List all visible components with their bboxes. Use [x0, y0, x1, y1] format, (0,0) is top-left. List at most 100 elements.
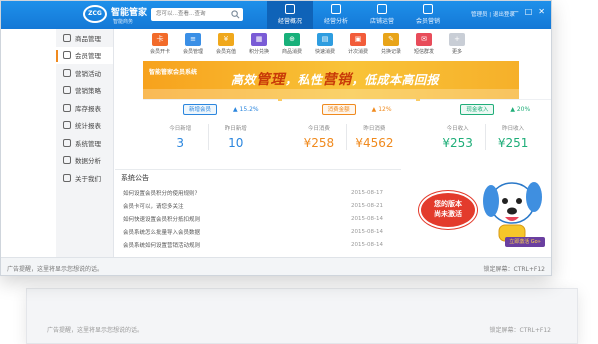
notice-text: 会员系统怎么批量导入会员数据 [123, 229, 201, 236]
app-subtitle: 智能商务 [113, 19, 134, 25]
stat-pill: 消费金额 [321, 104, 356, 115]
sidebar-item-3[interactable]: 营销策略 [56, 82, 113, 100]
sidebar-item-5[interactable]: 统计报表 [56, 117, 113, 135]
promo-banner[interactable]: 智能管家会员系统 高效管理，私性营销，低成本高回报 [143, 61, 519, 101]
sidebar-item-label: 数据分析 [75, 157, 101, 166]
tab-3[interactable]: 会员营销 [405, 1, 451, 29]
stat-label: 今日新增 [169, 126, 192, 132]
sidebar-item-label: 统计报表 [75, 122, 101, 131]
notice-text: 会员系统如何设置营销活动规则 [123, 242, 201, 249]
sidebar-item-4[interactable]: 库存报表 [56, 99, 113, 117]
stat-value: ¥4562 [355, 136, 394, 150]
tool-button-9[interactable]: + 更多 [442, 33, 472, 59]
notice-row[interactable]: 会员卡可以，请您多关注 2015-08-21 [123, 199, 401, 212]
stat-col: 今日新增 3 [153, 124, 208, 150]
tab-2[interactable]: 店铺运营 [359, 1, 405, 29]
tool-label: 计次消费 [347, 49, 368, 55]
sidebar-item-8[interactable]: 关于我们 [56, 169, 113, 187]
analysis-icon [331, 4, 341, 14]
tool-button-5[interactable]: ▤ 快速消费 [310, 33, 340, 59]
stat-trend: ▲ 12% [371, 106, 392, 113]
stat-trend: ▲ 15.2% [233, 106, 259, 113]
minimize-button[interactable]: — [511, 7, 519, 16]
tool-button-8[interactable]: ✉ 短信群发 [409, 33, 439, 59]
gift-icon [63, 68, 71, 77]
tool-label: 积分兑换 [248, 49, 269, 55]
user-info[interactable]: 管理员 | 退出登录 [471, 10, 515, 18]
tab-1[interactable]: 经营分析 [313, 1, 359, 29]
tool-button-1[interactable]: ≡ 会员管理 [178, 33, 208, 59]
tool-icon: ✎ [383, 33, 399, 46]
lock-shortcut[interactable]: 锁定屏幕：CTRL+F12 [484, 264, 545, 273]
stat-col: 今日消费 ¥258 [292, 124, 347, 150]
bubble-line-1: 您的版本 [434, 200, 462, 208]
sidebar-item-1[interactable]: 会员管理 [56, 46, 113, 64]
stat-value: ¥251 [497, 136, 529, 150]
status-message: 广告提醒，这里将显示您想说的话。 [7, 266, 104, 273]
notice-row[interactable]: 会员系统如何设置营销活动规则 2015-08-14 [123, 238, 401, 251]
sidebar-item-0[interactable]: 商品管理 [56, 29, 113, 47]
sidebar-item-label: 会员管理 [75, 52, 101, 61]
tool-icon: ▦ [251, 33, 267, 46]
tool-button-3[interactable]: ▦ 积分兑换 [244, 33, 274, 59]
tool-icon: ▤ [317, 33, 333, 46]
quick-toolbar: 卡会员开卡 ≡ 会员管理 ¥ 会员充值 ▦ 积分兑换 ⊕ 商品消费 ▤ 快速消费 ▣ 计次消费 ✎ 兑换记录… [115, 29, 551, 59]
tool-icon: ✉ [416, 33, 432, 46]
window-controls: — □ ✕ [511, 7, 545, 16]
stat-trend: ▲ 20% [510, 106, 531, 113]
stat-col: 今日收入 ¥253 [430, 124, 485, 150]
analysis-icon [63, 156, 71, 165]
stat-col: 昨日新增 10 [207, 124, 264, 150]
notice-row[interactable]: 如何设置会员积分的使用规则？ 2015-08-17 [123, 186, 401, 199]
mascot-dog-icon [483, 182, 542, 242]
sidebar-item-label: 营销活动 [75, 69, 101, 78]
store-icon [377, 4, 387, 14]
tool-button-0[interactable]: 卡会员开卡 [145, 33, 175, 59]
stat-pill: 现金收入 [460, 104, 495, 115]
stat-label: 昨日收入 [502, 126, 525, 132]
banner-text: ，低成本高回报 [351, 73, 440, 87]
sidebar-item-2[interactable]: 营销活动 [56, 64, 113, 82]
banner-text: 高效 [231, 73, 257, 87]
stat-value: 3 [176, 136, 185, 150]
tool-button-6[interactable]: ▣ 计次消费 [343, 33, 373, 59]
activation-promo: 您的版本 尚未激活 立即激活 Go» [405, 165, 551, 257]
tab-label: 经营分析 [323, 18, 348, 25]
notice-row[interactable]: 会员系统怎么批量导入会员数据 2015-08-14 [123, 225, 401, 238]
tool-button-2[interactable]: ¥ 会员充值 [211, 33, 241, 59]
tab-label: 店铺运营 [369, 18, 394, 25]
notice-row[interactable]: 如何快速设置会员积分抵扣规则 2015-08-14 [123, 212, 401, 225]
tool-label: 商品消费 [281, 49, 302, 55]
notice-date: 2015-08-17 [351, 189, 383, 196]
search-box[interactable] [151, 8, 243, 21]
sidebar-item-7[interactable]: 数据分析 [56, 152, 113, 170]
shadow-status-right: 锁定屏幕：CTRL+F12 [489, 327, 551, 334]
maximize-button[interactable]: □ [525, 7, 533, 16]
notice-text: 会员卡可以，请您多关注 [123, 203, 184, 210]
close-button[interactable]: ✕ [538, 7, 545, 16]
stat-value: ¥258 [303, 136, 335, 150]
activate-button[interactable]: 立即激活 Go» [505, 237, 545, 247]
stat-label: 昨日消费 [363, 126, 386, 132]
tool-button-7[interactable]: ✎ 兑换记录 [376, 33, 406, 59]
tool-label: 会员开卡 [149, 49, 170, 55]
tool-label: 短信群发 [413, 49, 434, 55]
dashboard-icon [285, 4, 295, 14]
search-icon[interactable] [231, 10, 240, 19]
stat-values: 今日新增 3 昨日新增 10 [153, 124, 263, 150]
notice-date: 2015-08-14 [351, 241, 383, 248]
sidebar: 商品管理 会员管理 营销活动 营销策略 库存报表 统计报表 系统管理 数据分析 … [56, 29, 114, 257]
stat-values: 今日消费 ¥258 昨日消费 ¥4562 [292, 124, 402, 150]
notice-date: 2015-08-14 [351, 215, 383, 222]
marketing-icon [423, 4, 433, 14]
tool-label: 兑换记录 [380, 49, 401, 55]
tab-label: 经营概况 [277, 18, 302, 25]
tool-button-4[interactable]: ⊕ 商品消费 [277, 33, 307, 59]
gear-icon [63, 138, 71, 147]
bubble-line-2: 尚未激活 [434, 210, 462, 218]
search-input[interactable] [156, 8, 226, 21]
tab-0[interactable]: 经营概况 [267, 1, 313, 29]
sidebar-item-6[interactable]: 系统管理 [56, 134, 113, 152]
sidebar-item-label: 商品管理 [75, 34, 101, 43]
app-title: 智能管家 [111, 8, 148, 18]
